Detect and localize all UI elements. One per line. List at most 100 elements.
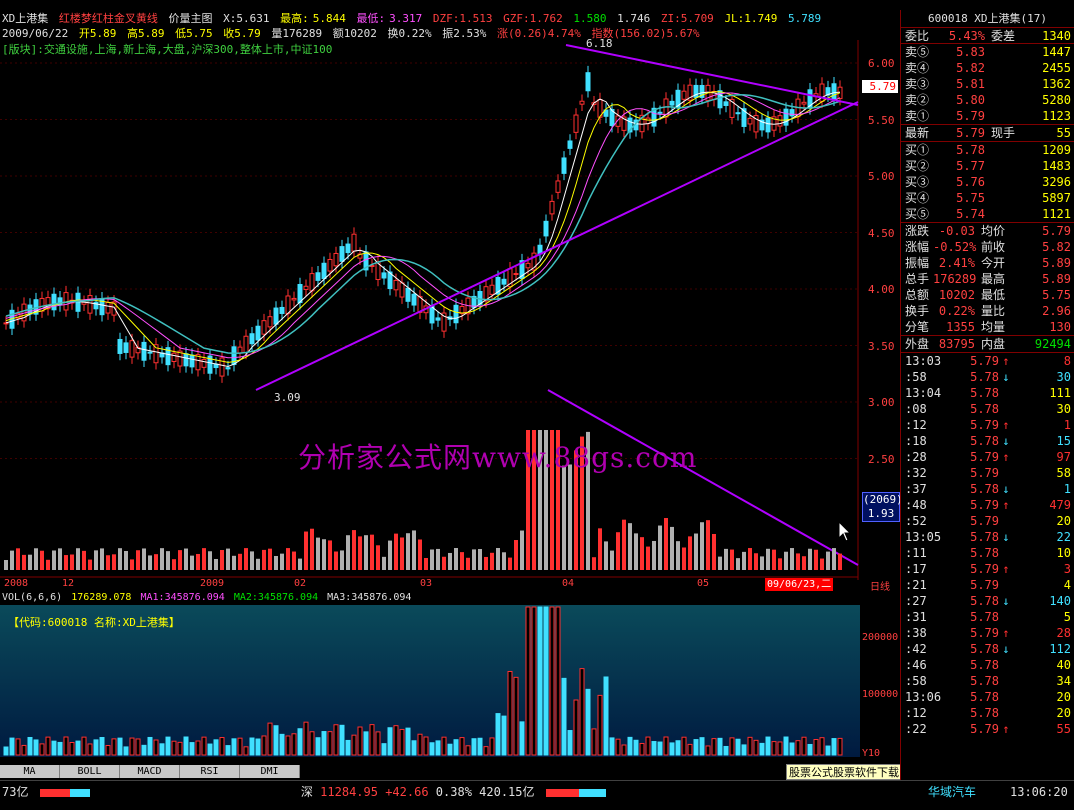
- volume-value: 量176289: [271, 27, 323, 40]
- stat-row: 分笔 1355 均量 130: [901, 319, 1074, 335]
- tick-row: :27 5.78 ↓ 140: [901, 593, 1074, 609]
- tick-row: :08 5.78 30: [901, 401, 1074, 417]
- tick-direction: ↑: [1002, 626, 1010, 640]
- current-price-tag: 5.79: [862, 80, 898, 93]
- stat-row: 涨幅 -0.52% 前收 5.82: [901, 239, 1074, 255]
- tick-price: 5.78: [970, 546, 999, 560]
- tick-price: 5.78: [970, 690, 999, 704]
- buy-level-label: 买⑤: [905, 207, 930, 221]
- buy-row: 买② 5.77 1483: [901, 158, 1074, 174]
- price-axis-label: 6.00: [868, 57, 895, 70]
- tick-price: 5.79: [970, 466, 999, 480]
- tick-volume: 22: [1056, 530, 1071, 544]
- stat-value: 0.22%: [938, 304, 975, 318]
- indicator-box-bottom: 1.93: [867, 507, 895, 520]
- tick-time: :17: [905, 562, 927, 576]
- tick-row: :52 5.79 20: [901, 513, 1074, 529]
- low-value-bar: 低5.75: [175, 27, 213, 40]
- vol-ma3: MA3:345876.094: [327, 592, 412, 603]
- tick-volume: 34: [1056, 674, 1071, 688]
- tick-row: :12 5.78 20: [901, 705, 1074, 721]
- tick-direction: ↓: [1002, 482, 1010, 496]
- tick-direction: [999, 401, 1013, 417]
- bar-date: 2009/06/22: [2, 27, 69, 40]
- buy-volume: 3296: [1042, 175, 1071, 189]
- status-amount: 73亿: [2, 785, 29, 799]
- tick-price: 5.79: [970, 418, 999, 432]
- high-label: 最高:: [280, 12, 309, 25]
- tick-volume: 28: [1056, 626, 1071, 640]
- tick-row: :21 5.79 4: [901, 577, 1074, 593]
- view-name[interactable]: 价量主图: [169, 12, 213, 25]
- wai-label: 外盘: [905, 337, 930, 351]
- tick-price: 5.79: [970, 562, 999, 576]
- tick-time: :32: [905, 466, 927, 480]
- last-row: 最新 5.79 现手 55: [901, 125, 1074, 141]
- tick-row: :11 5.78 10: [901, 545, 1074, 561]
- stat-value: 5.75: [1042, 288, 1071, 302]
- price-axis-label: 3.00: [868, 396, 895, 409]
- stat-label: 分笔: [905, 320, 930, 334]
- tab-ma[interactable]: MA: [0, 765, 60, 778]
- tick-volume: 3: [1063, 562, 1071, 576]
- buy-volume: 1483: [1042, 159, 1071, 173]
- tick-direction: ↑: [1002, 418, 1010, 432]
- high-annotation: 6.18: [586, 37, 613, 50]
- market-bar-2: [545, 788, 606, 797]
- date-tick: 05: [697, 578, 710, 589]
- tick-price: 5.79: [970, 354, 999, 368]
- tick-price: 5.79: [970, 626, 999, 640]
- tick-volume: 15: [1056, 434, 1071, 448]
- tick-direction: ↓: [1002, 594, 1010, 608]
- close-value: 收5.79: [223, 27, 261, 40]
- sell-price: 5.83: [956, 45, 985, 59]
- tick-row: :58 5.78 34: [901, 673, 1074, 689]
- tick-volume: 112: [1049, 642, 1071, 656]
- turnover-value: 换0.22%: [387, 27, 432, 40]
- stat-label: 总手: [905, 272, 930, 286]
- buy-price: 5.77: [956, 159, 985, 173]
- price-axis-label: 2.50: [868, 452, 895, 466]
- amount-value: 额10202: [332, 27, 377, 40]
- volume-indicator-header: VOL(6,6,6) 176289.078 MA1:345876.094 MA2…: [2, 592, 414, 605]
- tick-row: :31 5.78 5: [901, 609, 1074, 625]
- last-price: 5.79: [956, 126, 985, 140]
- tick-price: 5.79: [970, 450, 999, 464]
- tab-rsi[interactable]: RSI: [180, 765, 240, 778]
- stat-row: 总额 10202 最低 5.75: [901, 287, 1074, 303]
- tab-macd[interactable]: MACD: [120, 765, 180, 778]
- date-tick: 02: [294, 578, 307, 589]
- low-label: 最低:: [356, 12, 386, 25]
- scroll-stock[interactable]: 华域汽车: [928, 781, 976, 803]
- sell-level-label: 卖③: [905, 77, 930, 91]
- tab-boll[interactable]: BOLL: [60, 765, 120, 778]
- price-chart[interactable]: [0, 40, 860, 580]
- indicator-box: (2069) 1.93: [862, 492, 903, 522]
- stat-value: 5.82: [1042, 240, 1071, 254]
- tick-row: 13:04 5.78 111: [901, 385, 1074, 401]
- buy-price: 5.78: [956, 143, 985, 157]
- tick-volume: 8: [1063, 354, 1071, 368]
- tick-price: 5.79: [970, 498, 999, 512]
- sell-price: 5.82: [956, 61, 985, 75]
- tick-time: :46: [905, 658, 927, 672]
- tick-row: :28 5.79 ↑ 97: [901, 449, 1074, 465]
- tick-direction: [999, 577, 1013, 593]
- price-axis-label: 5.50: [868, 113, 895, 127]
- tick-list[interactable]: 13:03 5.79 ↑ 8:58 5.78 ↓ 30 13:04 5.78 111:08 5.78…: [901, 353, 1074, 737]
- tick-price: 5.78: [970, 658, 999, 672]
- tab-dmi[interactable]: DMI: [240, 765, 300, 778]
- stat-label: 涨幅: [905, 240, 930, 254]
- tick-direction: ↑: [1002, 498, 1010, 512]
- tick-volume: 4: [1063, 578, 1071, 592]
- stat-label: 总额: [905, 288, 930, 302]
- formula-name[interactable]: 红楼梦红柱金叉黄线: [59, 12, 158, 25]
- tick-direction: [999, 673, 1013, 689]
- period-label[interactable]: 日线: [870, 578, 890, 593]
- stat-label: 今开: [981, 256, 1006, 270]
- stat-label: 涨跌: [905, 224, 930, 238]
- date-tick: 2008: [4, 578, 29, 589]
- tick-row: 13:03 5.79 ↑ 8: [901, 353, 1074, 369]
- tick-price: 5.78: [970, 594, 999, 608]
- weibi-label: 委比: [905, 29, 930, 43]
